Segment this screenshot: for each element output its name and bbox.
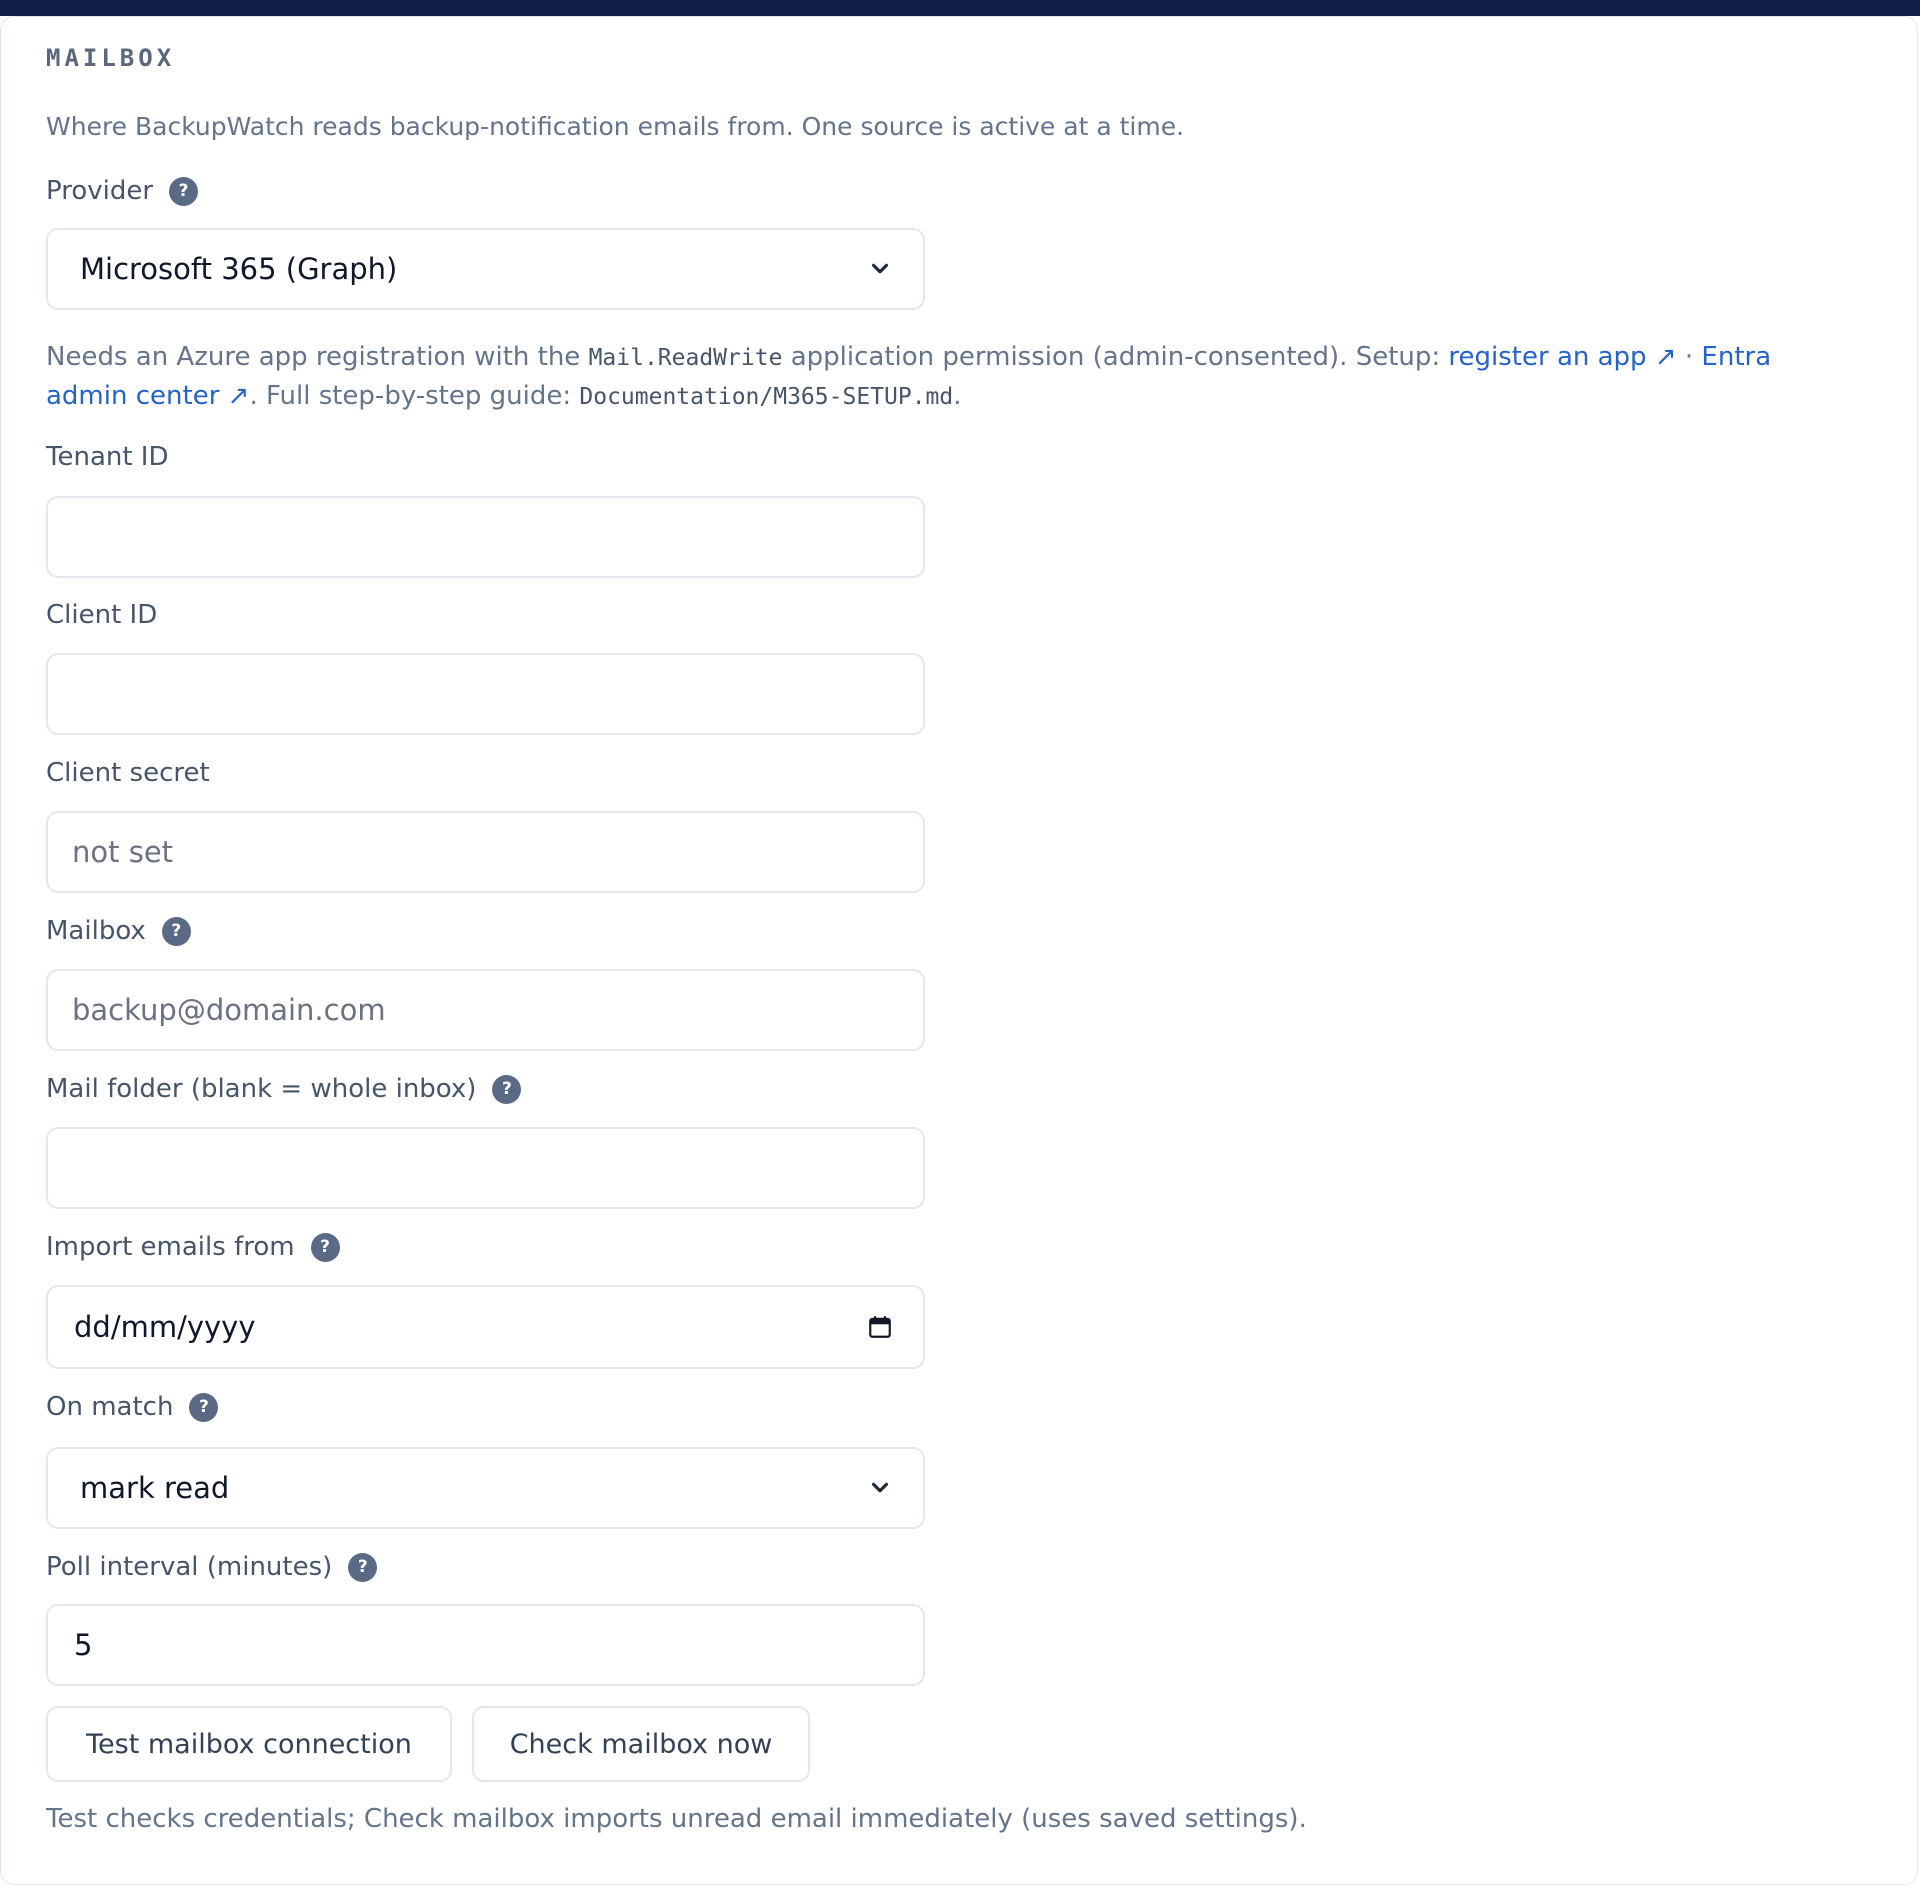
- mailbox-label: Mailbox ?: [46, 916, 191, 946]
- tenant-id-input[interactable]: [46, 496, 925, 578]
- on-match-label: On match ?: [46, 1392, 219, 1422]
- poll-interval-value: 5: [74, 1628, 93, 1662]
- mail-folder-input[interactable]: [46, 1127, 925, 1209]
- import-from-label: Import emails from ?: [46, 1232, 340, 1262]
- on-match-select[interactable]: mark read: [46, 1447, 925, 1529]
- provider-help-icon[interactable]: ?: [169, 176, 199, 206]
- mail-folder-label-text: Mail folder (blank = whole inbox): [46, 1074, 477, 1104]
- provider-label: Provider ?: [46, 176, 199, 206]
- tenant-id-label-text: Tenant ID: [46, 442, 169, 472]
- client-secret-label-text: Client secret: [46, 758, 210, 788]
- client-secret-placeholder: not set: [72, 835, 174, 869]
- client-id-label: Client ID: [46, 600, 157, 630]
- provider-label-text: Provider: [46, 176, 154, 206]
- mailbox-help-icon[interactable]: ?: [161, 916, 191, 946]
- footer-note: Test checks credentials; Check mailbox i…: [46, 1804, 1307, 1834]
- chevron-down-icon: [871, 1482, 889, 1493]
- mail-folder-label: Mail folder (blank = whole inbox) ?: [46, 1074, 522, 1104]
- on-match-selected-value: mark read: [80, 1471, 230, 1505]
- chevron-down-icon: [871, 263, 889, 274]
- mailbox-input[interactable]: backup@domain.com: [46, 969, 925, 1051]
- register-app-link[interactable]: register an app ↗: [1448, 342, 1676, 372]
- setup-note-text: . Full step-by-step guide:: [249, 381, 580, 411]
- mailbox-label-text: Mailbox: [46, 916, 146, 946]
- test-mailbox-connection-button[interactable]: Test mailbox connection: [46, 1706, 452, 1782]
- link-separator: ·: [1676, 342, 1702, 372]
- client-id-input[interactable]: [46, 653, 925, 735]
- poll-interval-help-icon[interactable]: ?: [348, 1552, 378, 1582]
- check-mailbox-now-button[interactable]: Check mailbox now: [472, 1706, 810, 1782]
- import-from-label-text: Import emails from: [46, 1232, 295, 1262]
- setup-note: Needs an Azure app registration with the…: [46, 338, 1846, 416]
- client-id-label-text: Client ID: [46, 600, 158, 630]
- provider-selected-value: Microsoft 365 (Graph): [80, 252, 398, 286]
- on-match-label-text: On match: [46, 1392, 174, 1422]
- setup-note-text: Needs an Azure app registration with the: [46, 342, 589, 372]
- permission-code: Mail.ReadWrite: [588, 345, 783, 371]
- setup-note-text: application permission (admin-consented)…: [782, 342, 1449, 372]
- on-match-help-icon[interactable]: ?: [189, 1392, 219, 1422]
- provider-select[interactable]: Microsoft 365 (Graph): [46, 228, 925, 310]
- guide-path-code: Documentation/M365-SETUP.md: [579, 384, 954, 410]
- top-bar: [0, 0, 1920, 16]
- client-secret-label: Client secret: [46, 758, 210, 788]
- section-title: MAILBOX: [46, 44, 176, 72]
- calendar-icon[interactable]: [867, 1314, 893, 1340]
- mailbox-placeholder: backup@domain.com: [72, 993, 386, 1027]
- import-from-date-input[interactable]: dd/mm/yyyy: [46, 1285, 925, 1369]
- tenant-id-label: Tenant ID: [46, 442, 169, 472]
- poll-interval-label: Poll interval (minutes) ?: [46, 1552, 378, 1582]
- client-secret-input[interactable]: not set: [46, 811, 925, 893]
- setup-note-text: .: [953, 381, 962, 411]
- mail-folder-help-icon[interactable]: ?: [492, 1074, 522, 1104]
- poll-interval-input[interactable]: 5: [46, 1604, 925, 1686]
- import-from-help-icon[interactable]: ?: [310, 1232, 340, 1262]
- poll-interval-label-text: Poll interval (minutes): [46, 1552, 333, 1582]
- section-description: Where BackupWatch reads backup-notificat…: [46, 112, 1185, 141]
- import-from-date-value: dd/mm/yyyy: [74, 1310, 256, 1344]
